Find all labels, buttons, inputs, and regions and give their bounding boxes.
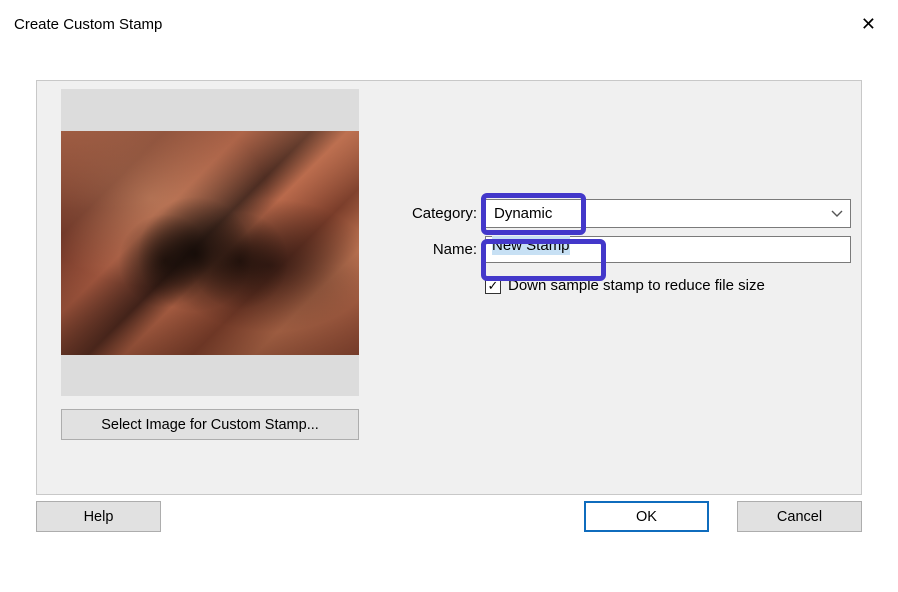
category-combo-wrap: Dynamic [485,199,851,228]
stamp-preview-image [61,131,359,355]
name-input[interactable]: New Stamp [485,236,851,263]
dialog-body: Select Image for Custom Stamp... Categor… [12,46,886,536]
titlebar: Create Custom Stamp ✕ [0,0,898,40]
select-image-button[interactable]: Select Image for Custom Stamp... [61,409,359,440]
downsample-row: ✓ Down sample stamp to reduce file size [485,277,851,294]
downsample-label: Down sample stamp to reduce file size [508,277,765,294]
check-icon: ✓ [488,279,499,292]
ok-button[interactable]: OK [584,501,709,532]
stamp-preview-box [61,89,359,396]
dialog-title: Create Custom Stamp [14,16,162,33]
name-row: Name: New Stamp [387,236,851,263]
close-icon[interactable]: ✕ [853,12,884,37]
cancel-button[interactable]: Cancel [737,501,862,532]
category-dropdown[interactable]: Dynamic [485,199,851,228]
category-value: Dynamic [494,205,552,222]
button-row: Help OK Cancel [36,501,862,532]
form-area: Category: Dynamic Name: New Stamp ✓ Down… [387,199,851,294]
name-value: New Stamp [492,236,570,255]
name-label: Name: [387,241,477,258]
category-label: Category: [387,205,477,222]
inner-panel: Select Image for Custom Stamp... Categor… [36,80,862,495]
category-row: Category: Dynamic [387,199,851,228]
downsample-checkbox[interactable]: ✓ [485,278,501,294]
help-button[interactable]: Help [36,501,161,532]
